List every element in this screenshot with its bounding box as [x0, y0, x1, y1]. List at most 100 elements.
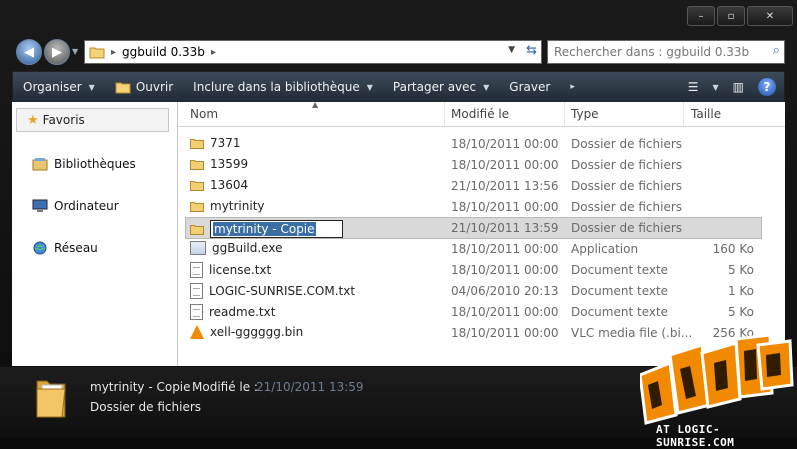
table-row[interactable]: readme.txt 18/10/2011 00:00 Document tex… [186, 302, 761, 322]
column-header: ▲ Nom Modifié le Type Taille [178, 100, 785, 127]
folder-icon [36, 380, 66, 418]
recent-pages-dropdown-icon[interactable]: ▼ [72, 47, 78, 56]
forward-button[interactable]: ▶ [44, 39, 70, 65]
share-with-button[interactable]: Partager avec ▼ [383, 80, 499, 94]
folder-icon [190, 180, 204, 191]
include-library-button[interactable]: Inclure dans la bibliothèque ▼ [183, 80, 383, 94]
close-button[interactable]: ✕ [747, 6, 793, 26]
column-name[interactable]: Nom [190, 107, 218, 121]
nav-item-network[interactable]: Réseau [32, 241, 98, 255]
more-commands-button[interactable]: ▸ [560, 82, 585, 92]
breadcrumb-separator-icon[interactable]: ▸ [111, 47, 116, 58]
breadcrumb-separator-icon[interactable]: ▸ [211, 47, 216, 58]
folder-icon [190, 159, 204, 170]
file-date: 18/10/2011 00:00 [451, 263, 559, 277]
column-divider[interactable] [683, 102, 684, 126]
maximize-button[interactable]: ▫ [717, 6, 745, 26]
chevron-down-icon: ▼ [483, 82, 490, 92]
file-date: 18/10/2011 00:00 [451, 200, 559, 214]
table-row[interactable]: 13599 18/10/2011 00:00 Dossier de fichie… [186, 155, 761, 175]
text-file-icon [190, 304, 203, 320]
details-modified-label: Modifié le : [192, 380, 258, 394]
star-icon: ★ [27, 112, 39, 128]
table-row[interactable]: ggBuild.exe 18/10/2011 00:00 Application… [186, 239, 761, 259]
file-date: 21/10/2011 13:59 [451, 221, 559, 235]
file-name: ggBuild.exe [212, 241, 283, 255]
network-label: Réseau [54, 241, 98, 255]
explorer-window: – ▫ ✕ ◀ ▶ ▼ ▸ ggbuild 0.33b ▸ ▼ ⇆ ⌕ Orga… [0, 0, 797, 449]
column-size[interactable]: Taille [691, 107, 721, 121]
address-dropdown-icon[interactable]: ▼ [508, 45, 515, 55]
text-file-icon [190, 283, 203, 299]
exe-icon [190, 241, 206, 255]
file-date: 18/10/2011 00:00 [451, 326, 559, 340]
rename-text: mytrinity - Copie [213, 222, 316, 236]
column-divider[interactable] [444, 102, 445, 126]
navigation-pane: ★ Favoris Bibliothèques Ordinateur Résea… [12, 102, 178, 366]
folder-icon [190, 201, 204, 212]
organise-label: Organiser [23, 80, 82, 94]
column-divider[interactable] [564, 102, 565, 126]
column-modified[interactable]: Modifié le [451, 107, 509, 121]
libraries-icon [32, 158, 48, 171]
details-name: mytrinity - Copie [90, 380, 191, 394]
file-date: 18/10/2011 00:00 [451, 137, 559, 151]
details-modified-value: 21/10/2011 13:59 [256, 380, 364, 394]
file-list: ▲ Nom Modifié le Type Taille 7371 18/10/… [178, 100, 785, 366]
file-type: Dossier de fichiers [571, 137, 683, 151]
file-size: 5 Ko [727, 263, 754, 277]
address-bar[interactable]: ▸ ggbuild 0.33b ▸ ▼ ⇆ [84, 40, 542, 64]
nav-item-favorites[interactable]: ★ Favoris [16, 108, 169, 132]
command-bar: Organiser ▼ Ouvrir Inclure dans la biblio… [12, 71, 785, 103]
folder-icon [190, 224, 204, 235]
search-box[interactable]: ⌕ [547, 40, 785, 64]
file-date: 18/10/2011 00:00 [451, 305, 559, 319]
nav-item-libraries[interactable]: Bibliothèques [32, 157, 136, 171]
text-file-icon [190, 262, 203, 278]
open-button[interactable]: Ouvrir [105, 80, 183, 94]
file-size: 5 Ko [727, 305, 754, 319]
vlc-icon [190, 325, 204, 339]
table-row[interactable]: mytrinity 18/10/2011 00:00 Dossier de fi… [186, 197, 761, 217]
table-row[interactable]: license.txt 18/10/2011 00:00 Document te… [186, 260, 761, 280]
file-name: 7371 [210, 136, 241, 150]
file-name: readme.txt [209, 305, 276, 319]
column-type[interactable]: Type [571, 107, 599, 121]
help-icon[interactable]: ? [758, 78, 776, 96]
organise-button[interactable]: Organiser ▼ [13, 80, 105, 94]
file-name: 13599 [210, 157, 249, 171]
refresh-icon[interactable]: ⇆ [526, 43, 537, 58]
search-input[interactable] [552, 41, 756, 63]
table-row[interactable]: LOGIC-SUNRISE.COM.txt 04/06/2010 20:13 D… [186, 281, 761, 301]
file-name: xell-gggggg.bin [210, 325, 304, 339]
computer-icon [32, 199, 48, 212]
table-row-selected[interactable]: mytrinity - Copie 21/10/2011 13:59 Dossi… [185, 217, 762, 239]
preview-pane-icon[interactable]: ▥ [733, 80, 744, 94]
file-date: 18/10/2011 00:00 [451, 242, 559, 256]
table-row[interactable]: 7371 18/10/2011 00:00 Dossier de fichier… [186, 134, 761, 154]
open-label: Ouvrir [135, 80, 174, 94]
file-type: Document texte [571, 263, 669, 277]
search-icon[interactable]: ⌕ [773, 43, 780, 58]
file-type: Dossier de fichiers [571, 200, 683, 214]
file-type: Document texte [571, 284, 669, 298]
view-options-icon[interactable]: ☰ [688, 80, 699, 94]
nav-item-computer[interactable]: Ordinateur [32, 199, 119, 213]
file-type: Dossier de fichiers [571, 179, 683, 193]
table-row[interactable]: 13604 21/10/2011 13:56 Dossier de fichie… [186, 176, 761, 196]
file-size: 160 Ko [712, 242, 754, 256]
libraries-label: Bibliothèques [54, 157, 136, 171]
minimize-button[interactable]: – [687, 6, 715, 26]
burn-button[interactable]: Graver [499, 80, 560, 94]
sort-ascending-icon: ▲ [312, 100, 319, 109]
details-type: Dossier de fichiers [90, 400, 202, 414]
file-type: Dossier de fichiers [571, 158, 683, 172]
watermark-text: AT LOGIC-SUNRISE.COM [656, 423, 735, 449]
folder-icon [190, 138, 204, 149]
file-type: Dossier de fichiers [571, 221, 683, 235]
rename-input[interactable]: mytrinity - Copie [210, 220, 343, 238]
breadcrumb-ggbuild[interactable]: ggbuild 0.33b [122, 45, 205, 59]
back-button[interactable]: ◀ [16, 39, 42, 65]
chevron-down-icon[interactable]: ▼ [713, 83, 719, 92]
file-date: 21/10/2011 13:56 [451, 179, 559, 193]
